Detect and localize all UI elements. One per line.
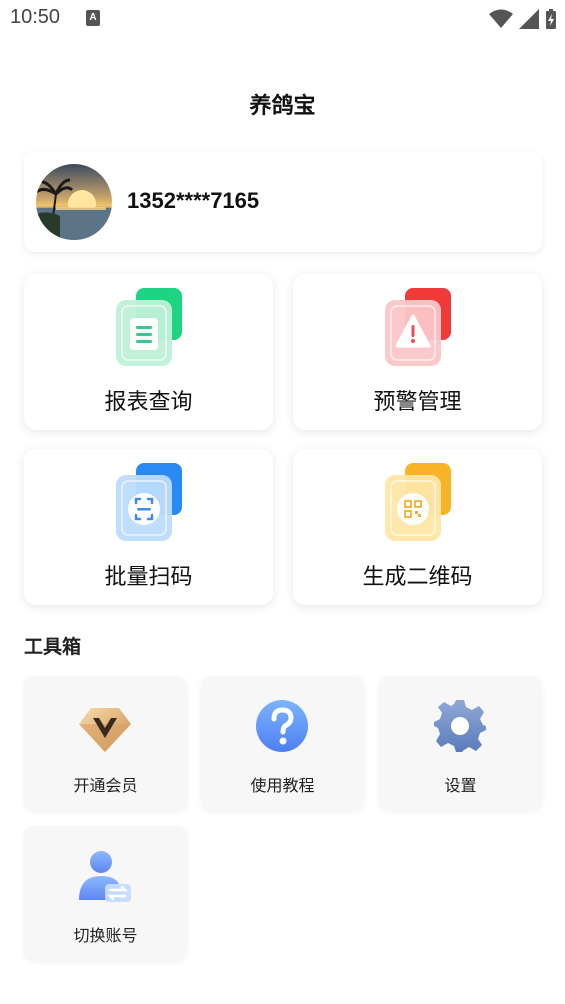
switch-account-button[interactable]: 切换账号 bbox=[24, 826, 187, 960]
generate-qrcode-label: 生成二维码 bbox=[362, 565, 473, 590]
tutorial-button[interactable]: 使用教程 bbox=[201, 676, 364, 810]
vip-icon bbox=[79, 708, 131, 752]
report-icon bbox=[116, 288, 182, 366]
report-query-card[interactable]: 报表查询 bbox=[24, 274, 273, 430]
avatar[interactable] bbox=[36, 164, 112, 240]
warning-icon bbox=[385, 288, 451, 366]
wifi-icon bbox=[489, 9, 513, 28]
gear-icon bbox=[434, 700, 486, 752]
batch-scan-label: 批量扫码 bbox=[104, 565, 193, 590]
vip-button[interactable]: 开通会员 bbox=[24, 676, 187, 810]
battery-icon bbox=[546, 9, 556, 29]
toolbox-title: 工具箱 bbox=[24, 636, 82, 658]
warning-manage-label: 预警管理 bbox=[373, 390, 462, 415]
batch-scan-card[interactable]: 批量扫码 bbox=[24, 449, 273, 605]
status-time: 10:50 bbox=[10, 6, 61, 28]
help-icon bbox=[256, 700, 308, 752]
switch-account-label: 切换账号 bbox=[73, 926, 138, 945]
scan-icon bbox=[116, 463, 182, 541]
vip-label: 开通会员 bbox=[73, 776, 138, 795]
status-icons bbox=[489, 8, 557, 30]
warning-manage-card[interactable]: 预警管理 bbox=[293, 274, 542, 430]
page-title: 养鸽宝 bbox=[249, 94, 316, 119]
user-card[interactable]: 1352****7165 bbox=[24, 152, 542, 252]
settings-button[interactable]: 设置 bbox=[379, 676, 542, 810]
settings-label: 设置 bbox=[444, 776, 477, 795]
tutorial-label: 使用教程 bbox=[250, 776, 315, 795]
report-query-label: 报表查询 bbox=[104, 390, 193, 415]
a-icon: A bbox=[86, 10, 100, 26]
status-bar: 10:50 A bbox=[0, 0, 565, 40]
qrcode-icon bbox=[385, 463, 451, 541]
generate-qrcode-card[interactable]: 生成二维码 bbox=[293, 449, 542, 605]
user-phone: 1352****7165 bbox=[127, 188, 260, 213]
switch-account-icon bbox=[79, 851, 131, 902]
signal-icon bbox=[519, 9, 539, 29]
